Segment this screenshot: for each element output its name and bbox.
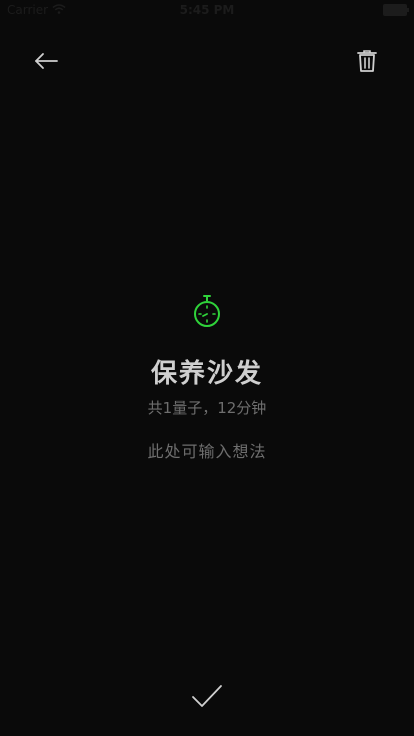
delete-button[interactable] [347,43,387,83]
arrow-left-icon [33,52,59,74]
trash-icon [356,49,378,77]
status-time: 5:45 PM [179,3,235,17]
task-summary: 共1量子，12分钟 [147,399,267,417]
task-detail: 保养沙发 共1量子，12分钟 此处可输入想法 [0,294,414,463]
status-right [383,4,409,16]
battery-icon [383,4,409,16]
checkmark-icon [191,683,223,713]
task-title: 保养沙发 [150,359,263,389]
confirm-button[interactable] [187,678,227,718]
note-input[interactable]: 此处可输入想法 [0,441,414,463]
back-button[interactable] [26,43,66,83]
status-bar: Carrier 5:45 PM [0,0,414,20]
stopwatch-icon [192,294,222,330]
